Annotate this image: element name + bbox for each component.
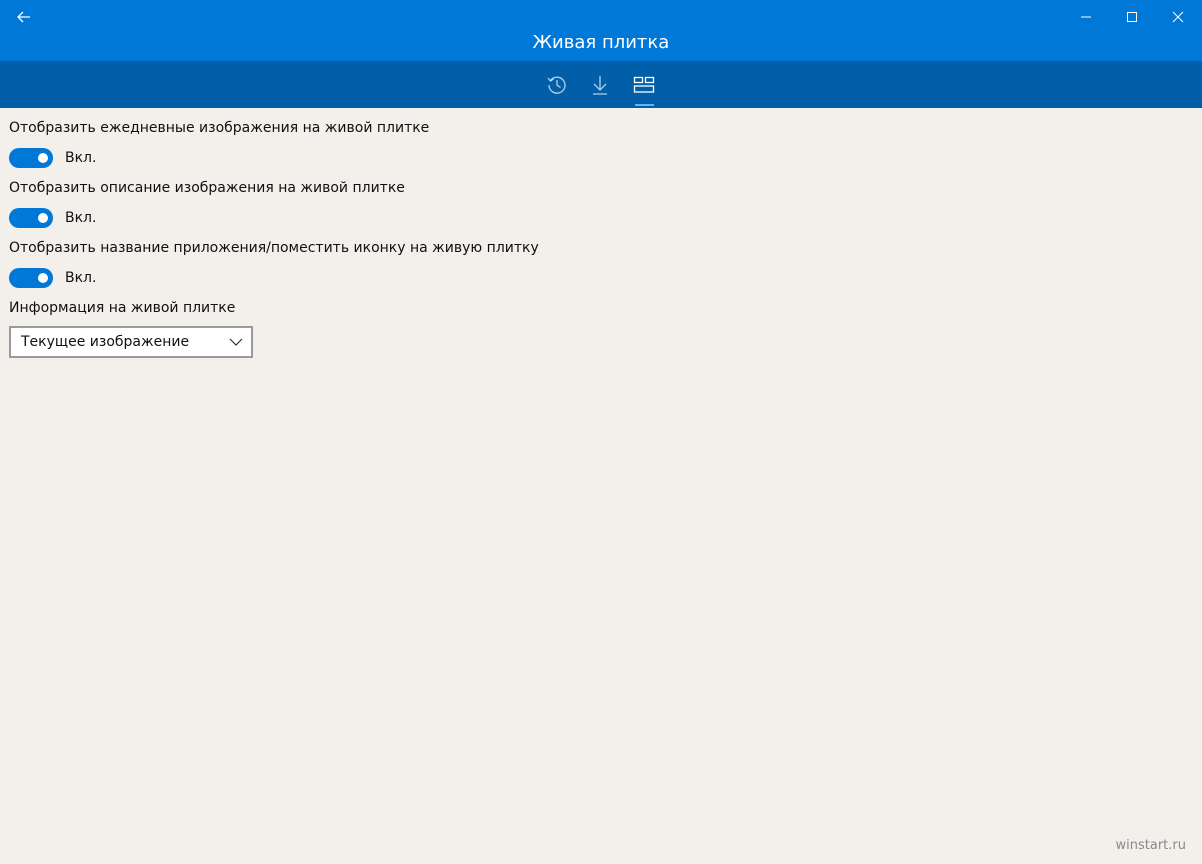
close-button[interactable] <box>1156 0 1200 34</box>
watermark: winstart.ru <box>1115 838 1186 853</box>
setting-label-description: Отобразить описание изображения на живой… <box>9 180 405 196</box>
dropdown-selected-value: Текущее изображение <box>21 334 190 350</box>
download-icon <box>593 75 607 95</box>
back-button[interactable] <box>6 3 42 31</box>
setting-label-daily-images: Отобразить ежедневные изображения на жив… <box>9 120 430 136</box>
close-icon <box>1172 11 1184 23</box>
toggle-state-app-name: Вкл. <box>65 270 97 286</box>
toggle-daily-images[interactable] <box>9 148 53 168</box>
arrow-left-icon <box>17 11 30 23</box>
toggle-state-description: Вкл. <box>65 210 97 226</box>
toggle-knob <box>38 153 48 163</box>
settings-panel: Отобразить ежедневные изображения на жив… <box>0 108 1202 864</box>
minimize-button[interactable] <box>1064 0 1108 34</box>
tab-download[interactable] <box>580 61 620 108</box>
minimize-icon <box>1081 16 1091 18</box>
toggle-knob <box>38 273 48 283</box>
toggle-knob <box>38 213 48 223</box>
active-tab-indicator <box>635 104 654 106</box>
maximize-button[interactable] <box>1110 0 1154 34</box>
tab-history[interactable] <box>537 61 577 108</box>
setting-label-app-name: Отобразить название приложения/поместить… <box>9 240 539 256</box>
chevron-down-icon <box>229 338 243 346</box>
tile-info-label: Информация на живой плитке <box>9 300 236 316</box>
toggle-state-daily-images: Вкл. <box>65 150 97 166</box>
live-tile-icon <box>633 76 655 93</box>
title-bar: Живая плитка <box>0 0 1202 61</box>
toggle-app-name[interactable] <box>9 268 53 288</box>
tile-info-dropdown[interactable]: Текущее изображение <box>9 326 253 358</box>
maximize-icon <box>1127 12 1137 22</box>
tab-live-tile[interactable] <box>624 61 664 108</box>
toggle-description[interactable] <box>9 208 53 228</box>
history-icon <box>547 76 566 94</box>
nav-bar <box>0 61 1202 108</box>
window-title: Живая плитка <box>532 32 670 53</box>
